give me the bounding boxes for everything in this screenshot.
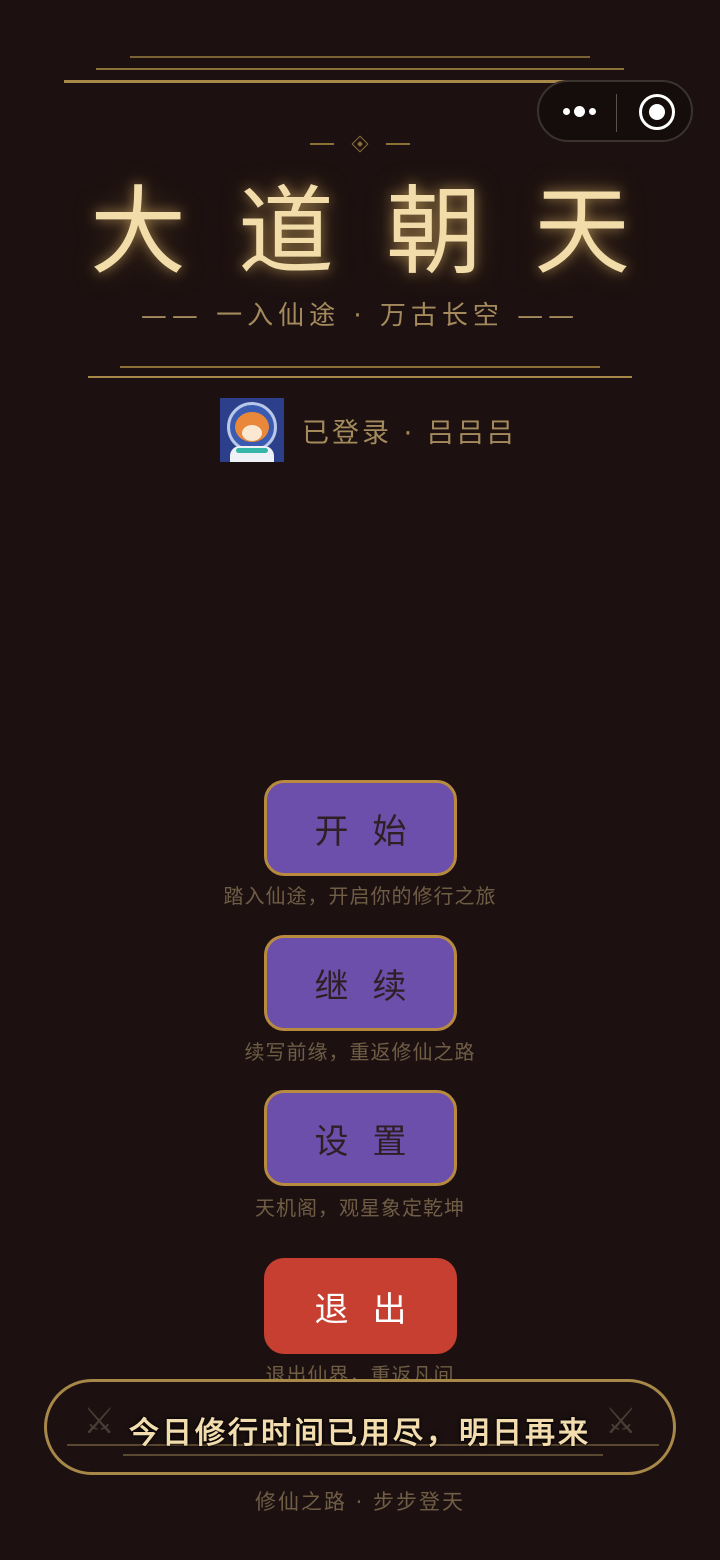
diamond-icon [351, 135, 369, 153]
game-subtitle: —— 一入仙途 · 万古长空 —— [140, 301, 580, 331]
settings-description: 天机阁，观星象定乾坤 [255, 1196, 465, 1220]
mini-program-capsule [537, 80, 693, 142]
continue-description: 续写前缘，重返修仙之路 [244, 1040, 476, 1064]
top-divider [130, 56, 590, 58]
banner-divider [123, 1454, 603, 1456]
exit-button[interactable]: 退出 [264, 1258, 457, 1354]
more-menu-icon[interactable] [557, 82, 601, 140]
avatar [220, 398, 284, 462]
top-divider [96, 68, 624, 70]
settings-button[interactable]: 设置 [264, 1090, 457, 1186]
game-title: 大道朝天 [90, 176, 682, 288]
title-ornament [300, 132, 420, 156]
title-divider [88, 376, 632, 378]
continue-button[interactable]: 继续 [264, 935, 457, 1031]
close-target-icon[interactable] [639, 94, 675, 130]
footer-slogan: 修仙之路 · 步步登天 [254, 1490, 466, 1514]
main-menu-page: 大道朝天 —— 一入仙途 · 万古长空 —— 已登录 · 吕吕吕 开始 踏入仙途… [0, 0, 720, 1560]
start-button[interactable]: 开始 [264, 780, 457, 876]
login-status: 已登录 · 吕吕吕 [220, 398, 517, 462]
start-description: 踏入仙途，开启你的修行之旅 [223, 884, 497, 908]
time-limit-message: 今日修行时间已用尽，明日再来 [129, 1416, 591, 1451]
time-limit-banner: ⚔ ⚔ 今日修行时间已用尽，明日再来 [44, 1379, 676, 1475]
login-text: 已登录 · 吕吕吕 [302, 417, 517, 449]
capsule-separator [616, 94, 617, 132]
title-divider [120, 366, 600, 368]
